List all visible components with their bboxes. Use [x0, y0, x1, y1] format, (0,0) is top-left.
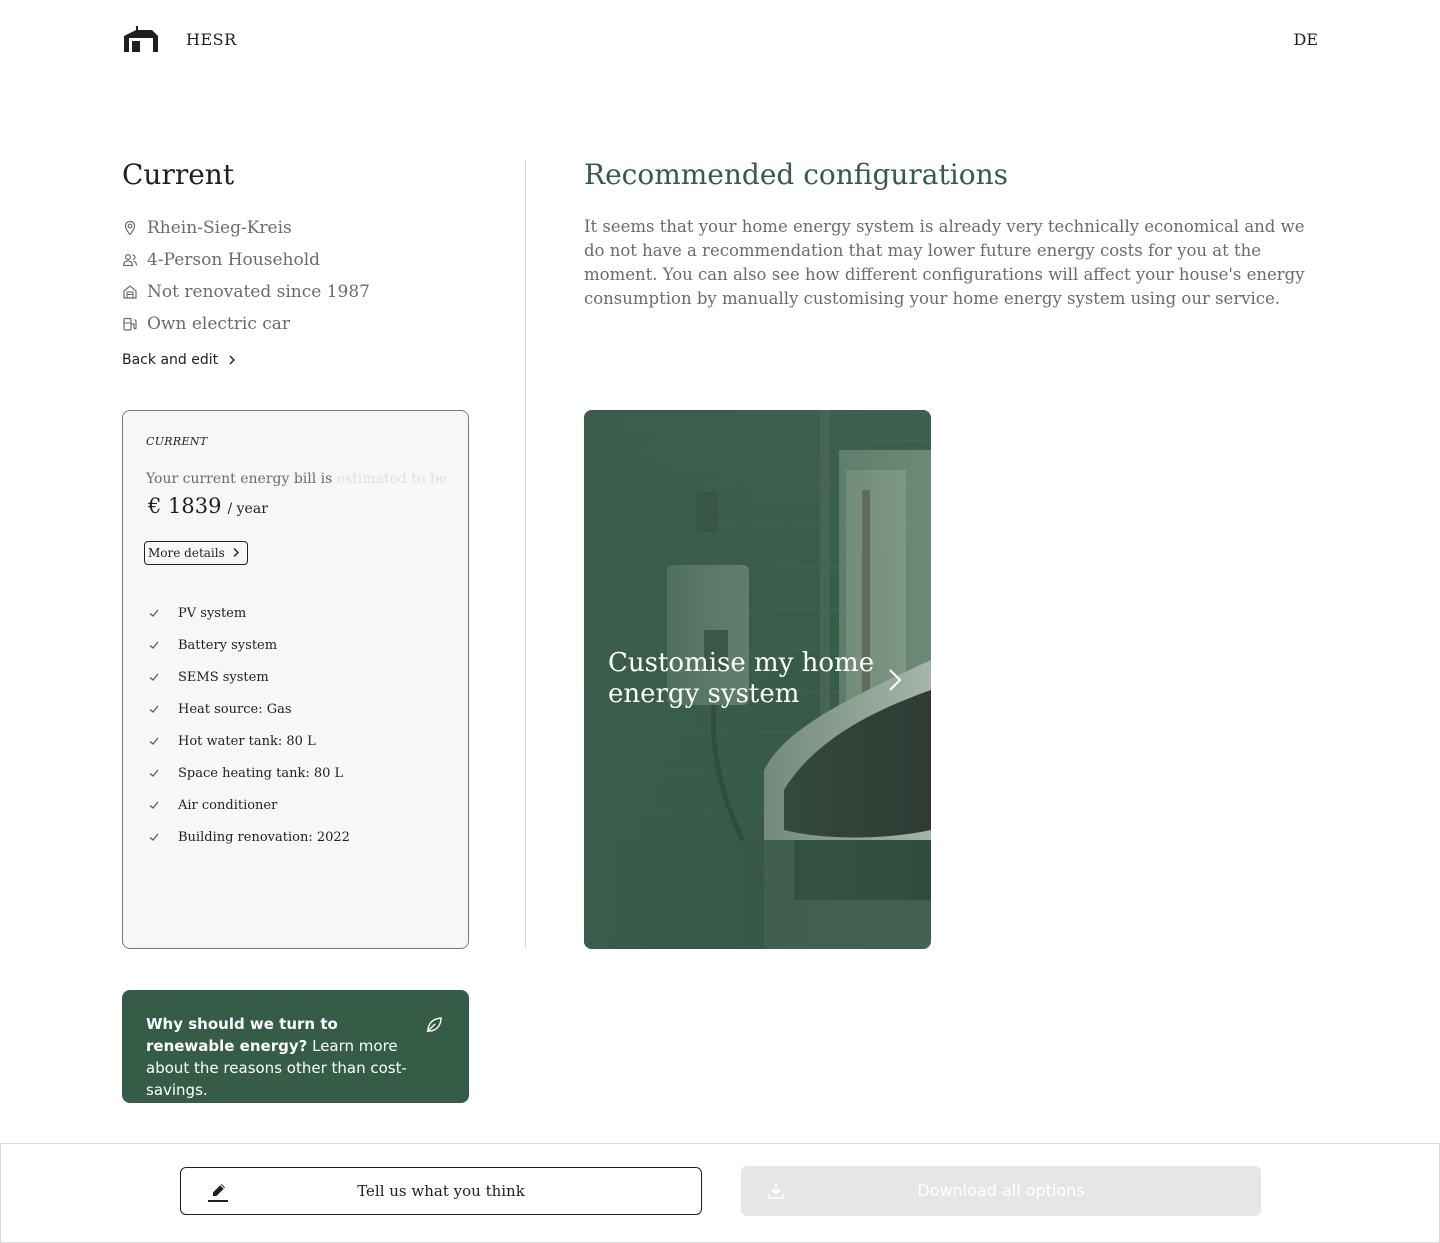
charging-station-icon: [123, 317, 137, 331]
check-icon: [149, 641, 159, 649]
fact-label: Rhein-Sieg-Kreis: [147, 218, 292, 238]
bill-amount: € 1839 / year: [148, 494, 268, 518]
feedback-label: Tell us what you think: [357, 1182, 525, 1200]
feedback-button[interactable]: Tell us what you think: [180, 1167, 702, 1215]
feature-label: Air conditioner: [178, 797, 278, 813]
feature-label: Heat source: Gas: [178, 701, 292, 717]
bill-unit: / year: [227, 501, 268, 517]
feature-label: Hot water tank: 80 L: [178, 733, 316, 749]
check-icon: [149, 737, 159, 745]
location-pin-icon: [124, 220, 136, 236]
leaf-icon: [426, 1017, 442, 1033]
fact-location: Rhein-Sieg-Kreis: [122, 212, 370, 244]
people-icon: [122, 253, 138, 267]
feature-item: Battery system: [149, 629, 350, 661]
check-icon: [149, 673, 159, 681]
renewable-energy-text: Why should we turn to renewable energy? …: [146, 1013, 418, 1101]
more-details-button[interactable]: More details: [144, 541, 248, 565]
back-and-edit-link[interactable]: Back and edit: [122, 352, 238, 368]
feature-label: Battery system: [178, 637, 278, 653]
customise-system-card[interactable]: Customise my home energy system: [584, 410, 931, 949]
bill-suffix: estimated to be: [336, 471, 446, 487]
fact-label: Not renovated since 1987: [147, 282, 370, 302]
feature-label: Building renovation: 2022: [178, 829, 350, 845]
chevron-right-icon: [889, 669, 902, 691]
current-configuration-card: CURRENT Your current energy bill is esti…: [122, 410, 469, 949]
renewable-energy-card[interactable]: Why should we turn to renewable energy? …: [122, 990, 469, 1103]
feature-label: PV system: [178, 605, 247, 621]
recommended-title: Recommended configurations: [584, 158, 1008, 191]
feature-list: PV system Battery system SEMS system Hea…: [149, 597, 350, 853]
customise-title: Customise my home energy system: [608, 648, 875, 709]
language-switch[interactable]: DE: [1293, 30, 1318, 49]
header: HESR DE: [0, 0, 1440, 80]
feature-item: Heat source: Gas: [149, 693, 350, 725]
brand-name[interactable]: HESR: [186, 30, 237, 49]
feature-item: Space heating tank: 80 L: [149, 757, 350, 789]
bill-description: Your current energy bill is estimated to…: [146, 471, 446, 487]
feature-item: SEMS system: [149, 661, 350, 693]
check-icon: [149, 705, 159, 713]
fact-car: Own electric car: [122, 308, 370, 340]
fact-label: Own electric car: [147, 314, 291, 334]
check-icon: [149, 769, 159, 777]
feature-item: Hot water tank: 80 L: [149, 725, 350, 757]
check-icon: [149, 801, 159, 809]
bill-value: € 1839: [148, 494, 222, 518]
download-all-options-button[interactable]: Download all options: [741, 1166, 1261, 1216]
feature-item: Building renovation: 2022: [149, 821, 350, 853]
fact-label: 4-Person Household: [147, 250, 321, 270]
check-icon: [149, 609, 159, 617]
recommended-description: It seems that your home energy system is…: [584, 217, 1305, 308]
chevron-right-icon: [233, 548, 239, 557]
footer-action-bar: Tell us what you think Download all opti…: [0, 1143, 1440, 1243]
feature-label: Space heating tank: 80 L: [178, 765, 344, 781]
column-divider: [525, 160, 526, 949]
house-icon: [123, 285, 137, 299]
more-details-label: More details: [148, 545, 225, 560]
household-facts: Rhein-Sieg-Kreis 4-Person Household Not …: [122, 212, 370, 340]
download-label: Download all options: [917, 1181, 1085, 1200]
bill-prefix: Your current energy bill is: [146, 471, 333, 487]
card-tag: CURRENT: [146, 435, 208, 448]
chevron-right-icon: [229, 355, 236, 365]
house-logo-icon[interactable]: [122, 24, 160, 54]
feature-item: PV system: [149, 597, 350, 629]
back-and-edit-label: Back and edit: [122, 352, 219, 368]
feature-item: Air conditioner: [149, 789, 350, 821]
current-title: Current: [122, 158, 235, 191]
fact-renovation: Not renovated since 1987: [122, 276, 370, 308]
feature-label: SEMS system: [178, 669, 269, 685]
check-icon: [149, 833, 159, 841]
fact-household: 4-Person Household: [122, 244, 370, 276]
